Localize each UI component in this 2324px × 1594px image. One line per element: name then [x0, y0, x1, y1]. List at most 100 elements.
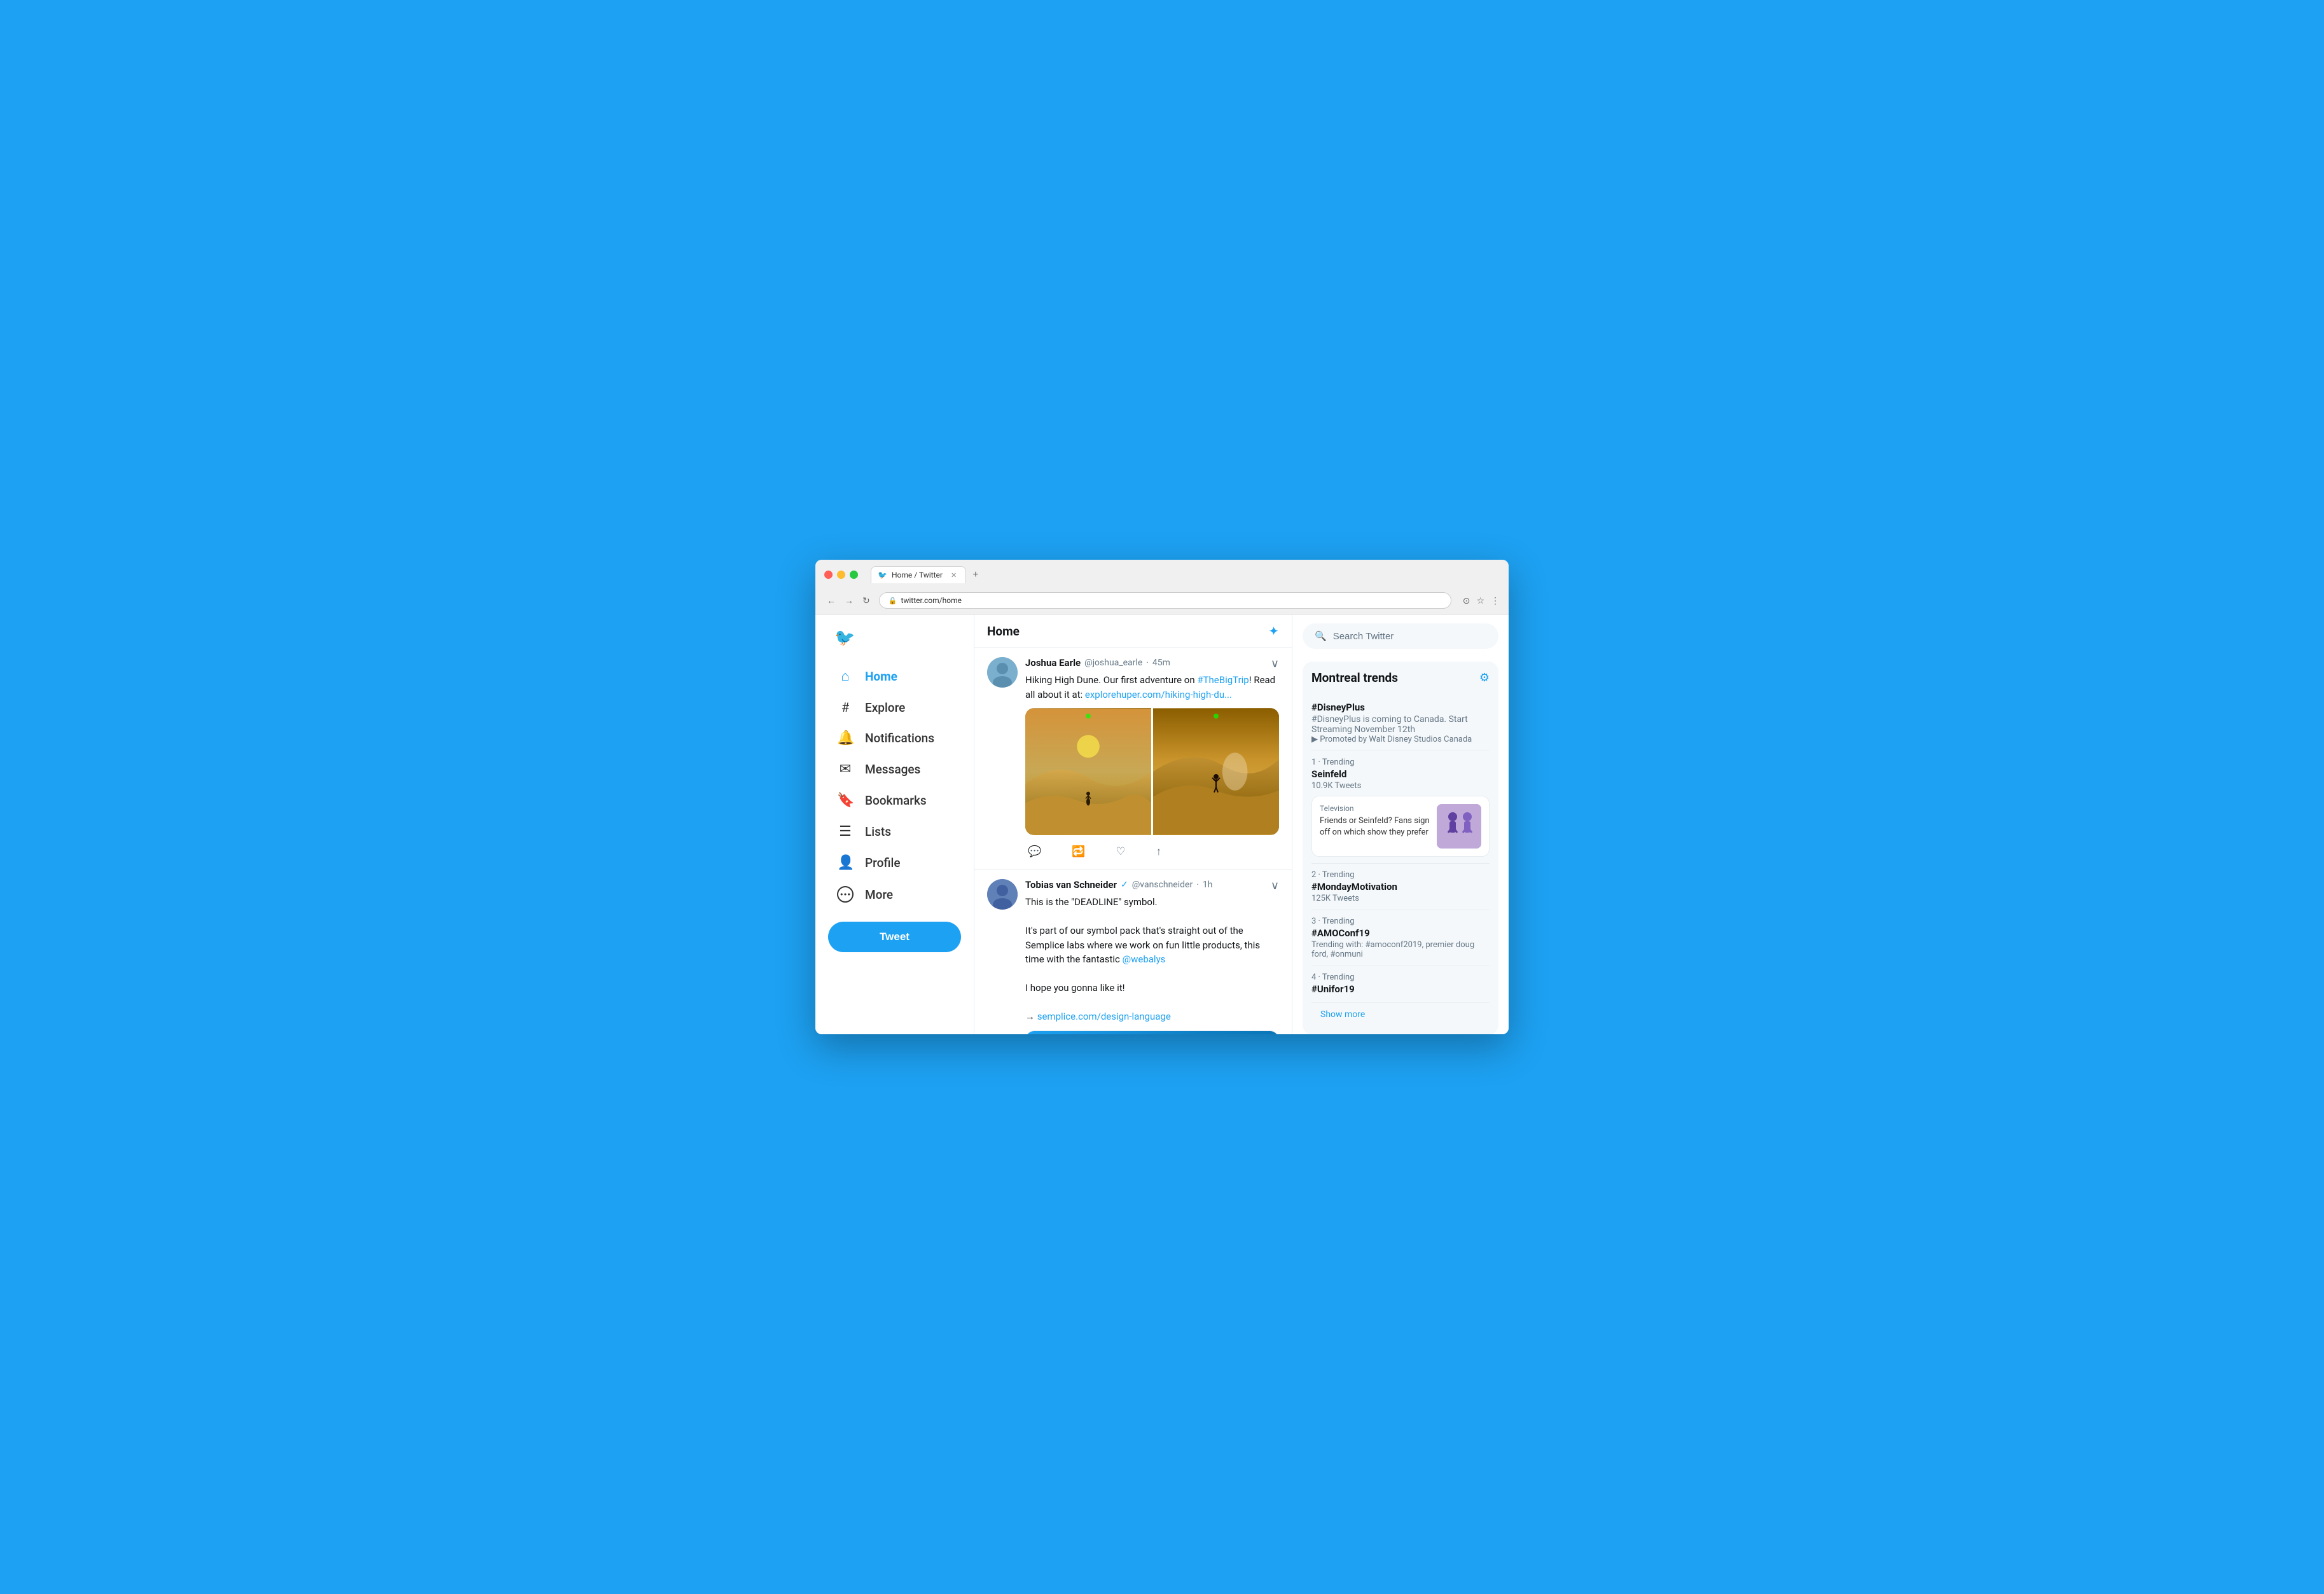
sidebar-item-profile[interactable]: 👤 Profile — [828, 849, 961, 877]
sidebar-item-messages[interactable]: ✉ Messages — [828, 755, 961, 784]
tweet-button[interactable]: Tweet — [828, 922, 961, 952]
tweet-image-2[interactable] — [1153, 708, 1279, 835]
forward-button[interactable]: → — [842, 594, 856, 607]
avatar — [987, 657, 1018, 688]
traffic-lights — [824, 571, 858, 579]
trend-meta: Trending with: #amoconf2019, premier dou… — [1311, 940, 1490, 959]
sidebar-item-explore[interactable]: # Explore — [828, 693, 961, 721]
show-more-link[interactable]: Show more — [1311, 1003, 1490, 1026]
tweet-separator: · — [1146, 658, 1149, 668]
tweet-more-button[interactable]: ∨ — [1271, 879, 1279, 892]
trend-item-disneyplus[interactable]: #DisneyPlus #DisneyPlus is coming to Can… — [1311, 694, 1490, 751]
twitter-logo[interactable]: 🐦 — [828, 621, 961, 655]
trend-count: 10.9K Tweets — [1311, 781, 1490, 791]
heart-icon: ♡ — [1116, 845, 1125, 858]
tweet-text: This is the "DEADLINE" symbol. It's part… — [1025, 895, 1279, 1024]
tweet-header: Tobias van Schneider ✓ @vanschneider · 1… — [1025, 879, 1279, 892]
trends-settings-icon[interactable]: ⚙ — [1479, 671, 1490, 684]
tweet-images — [1025, 708, 1279, 835]
tab-close-button[interactable]: ✕ — [951, 571, 957, 579]
sidebar-item-label: Home — [865, 669, 897, 684]
browser-addressbar: ← → ↻ 🔒 twitter.com/home ⊙ ☆ ⋮ — [815, 588, 1509, 614]
news-card-content: Television Friends or Seinfeld? Fans sig… — [1320, 804, 1430, 849]
sidebar-item-label: Messages — [865, 762, 920, 777]
trend-rank: 2 · Trending — [1311, 870, 1490, 880]
sidebar-item-home[interactable]: ⌂ Home — [828, 662, 961, 691]
tweet-url-link[interactable]: explorehuper.com/hiking-high-du... — [1085, 689, 1232, 700]
tweet-hashtag-link[interactable]: #TheBigTrip — [1197, 674, 1248, 686]
share-icon: ↑ — [1156, 845, 1162, 858]
sidebar-item-notifications[interactable]: 🔔 Notifications — [828, 724, 961, 752]
right-sidebar: 🔍 Montreal trends ⚙ #DisneyPlus #DisneyP… — [1292, 614, 1509, 1034]
tweet: Tobias van Schneider ✓ @vanschneider · 1… — [974, 870, 1292, 1034]
home-icon: ⌂ — [837, 668, 854, 684]
sidebar: 🐦 ⌂ Home # Explore 🔔 Notifications ✉ Mes… — [815, 614, 974, 1034]
reply-action[interactable]: 💬 — [1025, 843, 1044, 861]
tweet-actions: 💬 🔁 ♡ ↑ — [1025, 843, 1279, 861]
tab-title: Home / Twitter — [892, 571, 943, 579]
reload-button[interactable]: ↻ — [860, 594, 873, 607]
profile-icon: 👤 — [837, 855, 854, 871]
mention-link[interactable]: @webalys — [1123, 953, 1166, 965]
active-tab[interactable]: 🐦 Home / Twitter ✕ — [871, 566, 966, 583]
address-bar[interactable]: 🔒 twitter.com/home — [879, 592, 1451, 609]
search-input[interactable] — [1333, 631, 1486, 642]
tweet-card[interactable] — [1025, 1030, 1279, 1035]
tweet-card-preview — [1026, 1031, 1278, 1035]
minimize-button[interactable] — [837, 571, 845, 579]
trend-item-mondaymotivation[interactable]: 2 · Trending #MondayMotivation 125K Twee… — [1311, 864, 1490, 910]
explore-icon: # — [837, 700, 854, 715]
trend-item-seinfeld[interactable]: 1 · Trending Seinfeld 10.9K Tweets Telev… — [1311, 751, 1490, 864]
news-category: Television — [1320, 804, 1430, 813]
sparkle-icon[interactable]: ✦ — [1268, 623, 1279, 639]
extensions-button[interactable]: ⊙ — [1463, 595, 1470, 606]
lock-icon: 🔒 — [889, 597, 897, 605]
tweet-content: Tobias van Schneider ✓ @vanschneider · 1… — [1025, 879, 1279, 1034]
main-feed: Home ✦ Joshua Earle @joshua_ea — [974, 614, 1292, 1034]
back-button[interactable]: ← — [824, 594, 838, 607]
tweet-author-name: Tobias van Schneider — [1025, 879, 1117, 891]
tweet-header: Joshua Earle @joshua_earle · 45m ∨ — [1025, 657, 1279, 670]
tweet-image-1[interactable] — [1025, 708, 1151, 835]
sidebar-item-label: Explore — [865, 700, 905, 715]
trend-item-unifor19[interactable]: 4 · Trending #Unifor19 — [1311, 966, 1490, 1003]
trend-rank: 3 · Trending — [1311, 917, 1490, 926]
tweet-time: 1h — [1203, 880, 1213, 890]
share-action[interactable]: ↑ — [1154, 843, 1165, 861]
maximize-button[interactable] — [850, 571, 858, 579]
trend-item-amoconf19[interactable]: 3 · Trending #AMOConf19 Trending with: #… — [1311, 910, 1490, 966]
news-thumbnail — [1437, 804, 1481, 849]
browser-titlebar: 🐦 Home / Twitter ✕ + — [815, 560, 1509, 588]
news-text: Friends or Seinfeld? Fans sign off on wh… — [1320, 815, 1430, 838]
trend-news-card[interactable]: Television Friends or Seinfeld? Fans sig… — [1311, 796, 1490, 857]
search-box[interactable]: 🔍 — [1303, 623, 1498, 649]
like-action[interactable]: ♡ — [1113, 843, 1128, 861]
sidebar-item-label: Profile — [865, 856, 901, 870]
new-tab-button[interactable]: + — [969, 568, 982, 582]
promoted-label: Promoted by Walt Disney Studios Canada — [1320, 735, 1472, 744]
retweet-action[interactable]: 🔁 — [1069, 843, 1088, 861]
sidebar-item-more[interactable]: ··· More — [828, 880, 961, 909]
trend-name: #DisneyPlus — [1311, 702, 1490, 713]
tweet-more-button[interactable]: ∨ — [1271, 657, 1279, 670]
close-button[interactable] — [824, 571, 833, 579]
tweet-url-link[interactable]: semplice.com/design-language — [1037, 1011, 1171, 1022]
menu-button[interactable]: ⋮ — [1491, 595, 1500, 606]
browser-chrome: 🐦 Home / Twitter ✕ + ← → ↻ 🔒 twitter.com… — [815, 560, 1509, 614]
trend-rank: 4 · Trending — [1311, 973, 1490, 982]
promoted-icon: ▶ — [1311, 735, 1318, 744]
trends-section: Montreal trends ⚙ #DisneyPlus #DisneyPlu… — [1303, 662, 1498, 1034]
tab-bar: 🐦 Home / Twitter ✕ + — [871, 566, 983, 583]
trend-name: #Unifor19 — [1311, 983, 1490, 995]
sidebar-item-label: Bookmarks — [865, 793, 927, 808]
sidebar-item-bookmarks[interactable]: 🔖 Bookmarks — [828, 786, 961, 815]
trends-title: Montreal trends — [1311, 670, 1398, 685]
reply-icon: 💬 — [1028, 845, 1041, 858]
tweet-meta: Joshua Earle @joshua_earle · 45m — [1025, 657, 1170, 669]
trend-rank: 1 · Trending — [1311, 758, 1490, 767]
bookmark-button[interactable]: ☆ — [1476, 595, 1484, 606]
tweet-author-handle: @joshua_earle — [1084, 658, 1142, 668]
browser-window: 🐦 Home / Twitter ✕ + ← → ↻ 🔒 twitter.com… — [815, 560, 1509, 1034]
feed-header: Home ✦ — [974, 614, 1292, 648]
sidebar-item-lists[interactable]: ☰ Lists — [828, 817, 961, 846]
